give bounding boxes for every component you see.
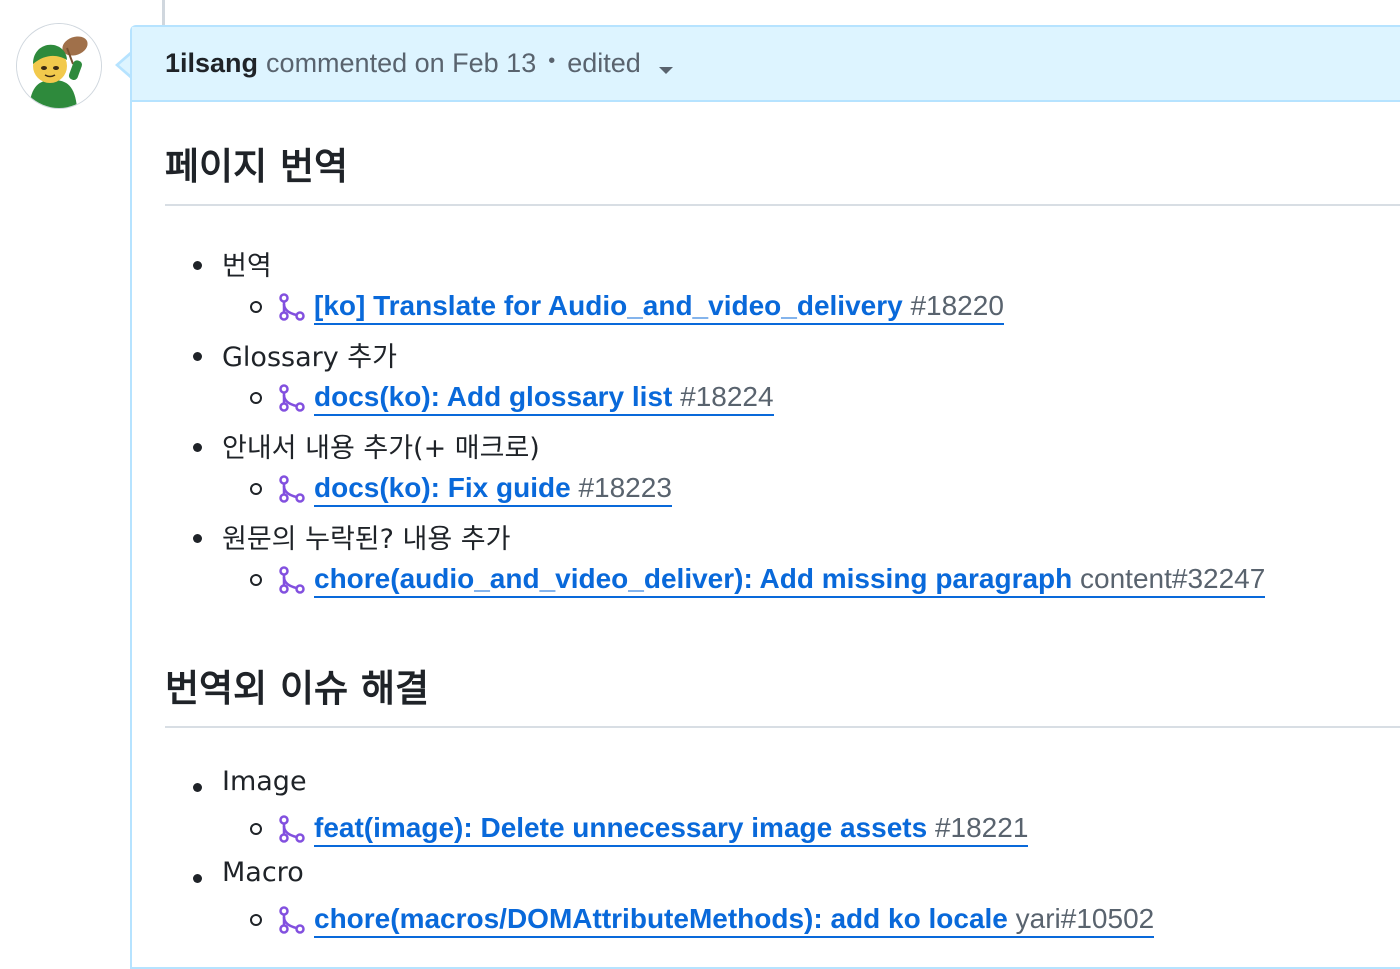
sub-bullet — [250, 392, 262, 404]
sub-bullet — [250, 574, 262, 586]
avatar-icon — [17, 24, 101, 108]
pr-title: feat(image): Delete unnecessary image as… — [314, 812, 928, 843]
sub-list-item: [ko] Translate for Audio_and_video_deliv… — [250, 287, 1004, 327]
pr-ref: #18221 — [934, 812, 1029, 843]
section-heading: 번역외 이슈 해결 — [165, 658, 1400, 728]
list-item-label: 원문의 누락된? 내용 추가 — [222, 524, 511, 555]
comment-box: 1ilsang commented on Feb 13 • edited 페이지… — [130, 25, 1400, 969]
list-item: Glossary 추가 docs(ko): Add glossary list … — [193, 331, 1400, 422]
list-item-label: Macro — [222, 857, 304, 888]
pr-link[interactable]: docs(ko): Fix guide #18223 — [314, 471, 672, 507]
pr-title: [ko] Translate for Audio_and_video_deliv… — [314, 290, 903, 321]
git-pull-request-icon — [279, 475, 305, 503]
edited-dropdown[interactable]: edited — [567, 48, 673, 79]
list-item: 원문의 누락된? 내용 추가 chore(audio_and_video_del… — [193, 513, 1400, 604]
sub-bullet — [250, 823, 262, 835]
pr-title: docs(ko): Add glossary list — [314, 381, 673, 412]
bullet — [193, 261, 202, 270]
git-pull-request-icon — [279, 906, 305, 934]
pr-ref: yari#10502 — [1015, 903, 1155, 934]
pr-link[interactable]: chore(macros/DOMAttributeMethods): add k… — [314, 902, 1155, 938]
sub-bullet — [250, 301, 262, 313]
pr-link[interactable]: chore(audio_and_video_deliver): Add miss… — [314, 562, 1266, 598]
sub-list-item: docs(ko): Fix guide #18223 — [250, 469, 672, 509]
pr-link[interactable]: [ko] Translate for Audio_and_video_deliv… — [314, 289, 1004, 325]
comment-body: 페이지 번역 번역 [ko] Translate for Audio_and_v… — [132, 136, 1400, 944]
bullet — [193, 443, 202, 452]
list-item-label: 안내서 내용 추가(+ 매크로) — [222, 433, 540, 464]
bullet — [193, 783, 202, 792]
pr-link[interactable]: docs(ko): Add glossary list #18224 — [314, 380, 774, 416]
list-item-label: Image — [222, 766, 307, 797]
list-item: 번역 [ko] Translate for Audio_and_video_de… — [193, 240, 1400, 331]
section-list: Image feat(image): Delete unnecessary im… — [165, 762, 1400, 944]
pr-title: docs(ko): Fix guide — [314, 472, 571, 503]
header-separator: • — [548, 50, 556, 72]
pr-ref: #18220 — [910, 290, 1004, 321]
timeline-line — [162, 0, 165, 26]
sub-list-item: chore(audio_and_video_deliver): Add miss… — [250, 560, 1266, 600]
list-item: Image feat(image): Delete unnecessary im… — [193, 762, 1400, 853]
comment-author[interactable]: 1ilsang — [165, 48, 258, 79]
avatar[interactable] — [16, 23, 102, 109]
list-item: Macro chore(macros/DOMAttributeMethods):… — [193, 853, 1400, 944]
sub-list-item: chore(macros/DOMAttributeMethods): add k… — [250, 900, 1155, 940]
git-pull-request-icon — [279, 815, 305, 843]
sub-list-item: feat(image): Delete unnecessary image as… — [250, 809, 1029, 849]
git-pull-request-icon — [279, 384, 305, 412]
pr-ref: #18224 — [680, 381, 774, 412]
git-pull-request-icon — [279, 293, 305, 321]
list-item-label: 번역 — [222, 251, 272, 282]
pr-ref: #18223 — [578, 472, 672, 503]
sub-list-item: docs(ko): Add glossary list #18224 — [250, 378, 774, 418]
pr-ref: content#32247 — [1080, 563, 1266, 594]
pr-title: chore(audio_and_video_deliver): Add miss… — [314, 563, 1073, 594]
comment-header: 1ilsang commented on Feb 13 • edited — [132, 27, 1400, 102]
bullet — [193, 874, 202, 883]
bullet — [193, 352, 202, 361]
git-pull-request-icon — [279, 566, 305, 594]
list-item: 안내서 내용 추가(+ 매크로) docs(ko): Fix guide #18… — [193, 422, 1400, 513]
section-list: 번역 [ko] Translate for Audio_and_video_de… — [165, 240, 1400, 604]
sub-bullet — [250, 914, 262, 926]
comment-timestamp[interactable]: commented on Feb 13 — [266, 48, 536, 79]
pr-title: chore(macros/DOMAttributeMethods): add k… — [314, 903, 1008, 934]
section-heading: 페이지 번역 — [165, 136, 1400, 206]
bullet — [193, 534, 202, 543]
list-item-label: Glossary 추가 — [222, 342, 397, 373]
sub-bullet — [250, 483, 262, 495]
edited-label: edited — [567, 48, 641, 78]
caret-down-icon — [658, 67, 673, 74]
pr-link[interactable]: feat(image): Delete unnecessary image as… — [314, 811, 1029, 847]
